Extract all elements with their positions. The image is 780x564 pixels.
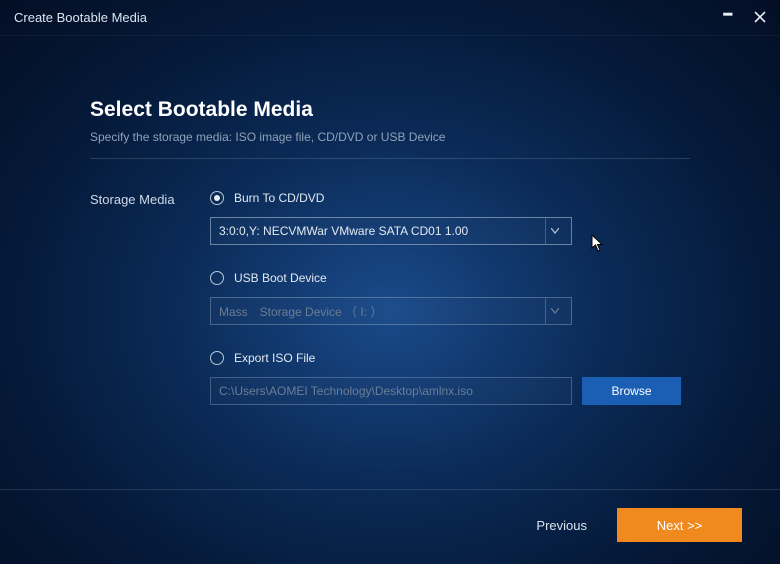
usb-device-value: Mass Storage Device （ I: ） [219, 303, 539, 320]
radio-label-usb: USB Boot Device [234, 271, 327, 285]
next-button[interactable]: Next >> [617, 508, 742, 542]
radio-label-iso: Export ISO File [234, 351, 315, 365]
cd-device-select[interactable]: 3:0:0,Y: NECVMWar VMware SATA CD01 1.00 [210, 217, 572, 245]
window-title: Create Bootable Media [14, 10, 147, 25]
form-body: Storage Media Burn To CD/DVD 3:0:0,Y: NE… [90, 191, 690, 431]
chevron-down-icon [545, 218, 563, 244]
radio-label-cd: Burn To CD/DVD [234, 191, 324, 205]
cd-device-value: 3:0:0,Y: NECVMWar VMware SATA CD01 1.00 [219, 224, 539, 238]
window-controls: ━ [724, 9, 766, 26]
browse-button[interactable]: Browse [582, 377, 681, 405]
page-subheading: Specify the storage media: ISO image fil… [90, 130, 690, 144]
page-heading: Select Bootable Media [90, 98, 690, 122]
iso-path-input: C:\Users\AOMEI Technology\Desktop\amlnx.… [210, 377, 572, 405]
option-usb: USB Boot Device Mass Storage Device （ I:… [210, 271, 690, 325]
radio-icon [210, 271, 224, 285]
close-icon[interactable] [754, 10, 766, 26]
radio-usb[interactable]: USB Boot Device [210, 271, 690, 285]
radio-icon [210, 191, 224, 205]
titlebar[interactable]: Create Bootable Media ━ [0, 0, 780, 36]
page-content: Select Bootable Media Specify the storag… [0, 36, 780, 431]
radio-iso[interactable]: Export ISO File [210, 351, 690, 365]
section-label: Storage Media [90, 191, 210, 431]
window: Create Bootable Media ━ Select Bootable … [0, 0, 780, 564]
radio-cd[interactable]: Burn To CD/DVD [210, 191, 690, 205]
option-iso: Export ISO File C:\Users\AOMEI Technolog… [210, 351, 690, 405]
divider [90, 158, 690, 159]
usb-device-select: Mass Storage Device （ I: ） [210, 297, 572, 325]
option-cd: Burn To CD/DVD 3:0:0,Y: NECVMWar VMware … [210, 191, 690, 245]
chevron-down-icon [545, 298, 563, 324]
minimize-icon[interactable]: ━ [724, 6, 732, 23]
radio-icon [210, 351, 224, 365]
options-panel: Burn To CD/DVD 3:0:0,Y: NECVMWar VMware … [210, 191, 690, 431]
footer-bar: Previous Next >> [0, 489, 780, 564]
previous-button[interactable]: Previous [528, 510, 595, 541]
iso-path-value: C:\Users\AOMEI Technology\Desktop\amlnx.… [219, 384, 473, 398]
